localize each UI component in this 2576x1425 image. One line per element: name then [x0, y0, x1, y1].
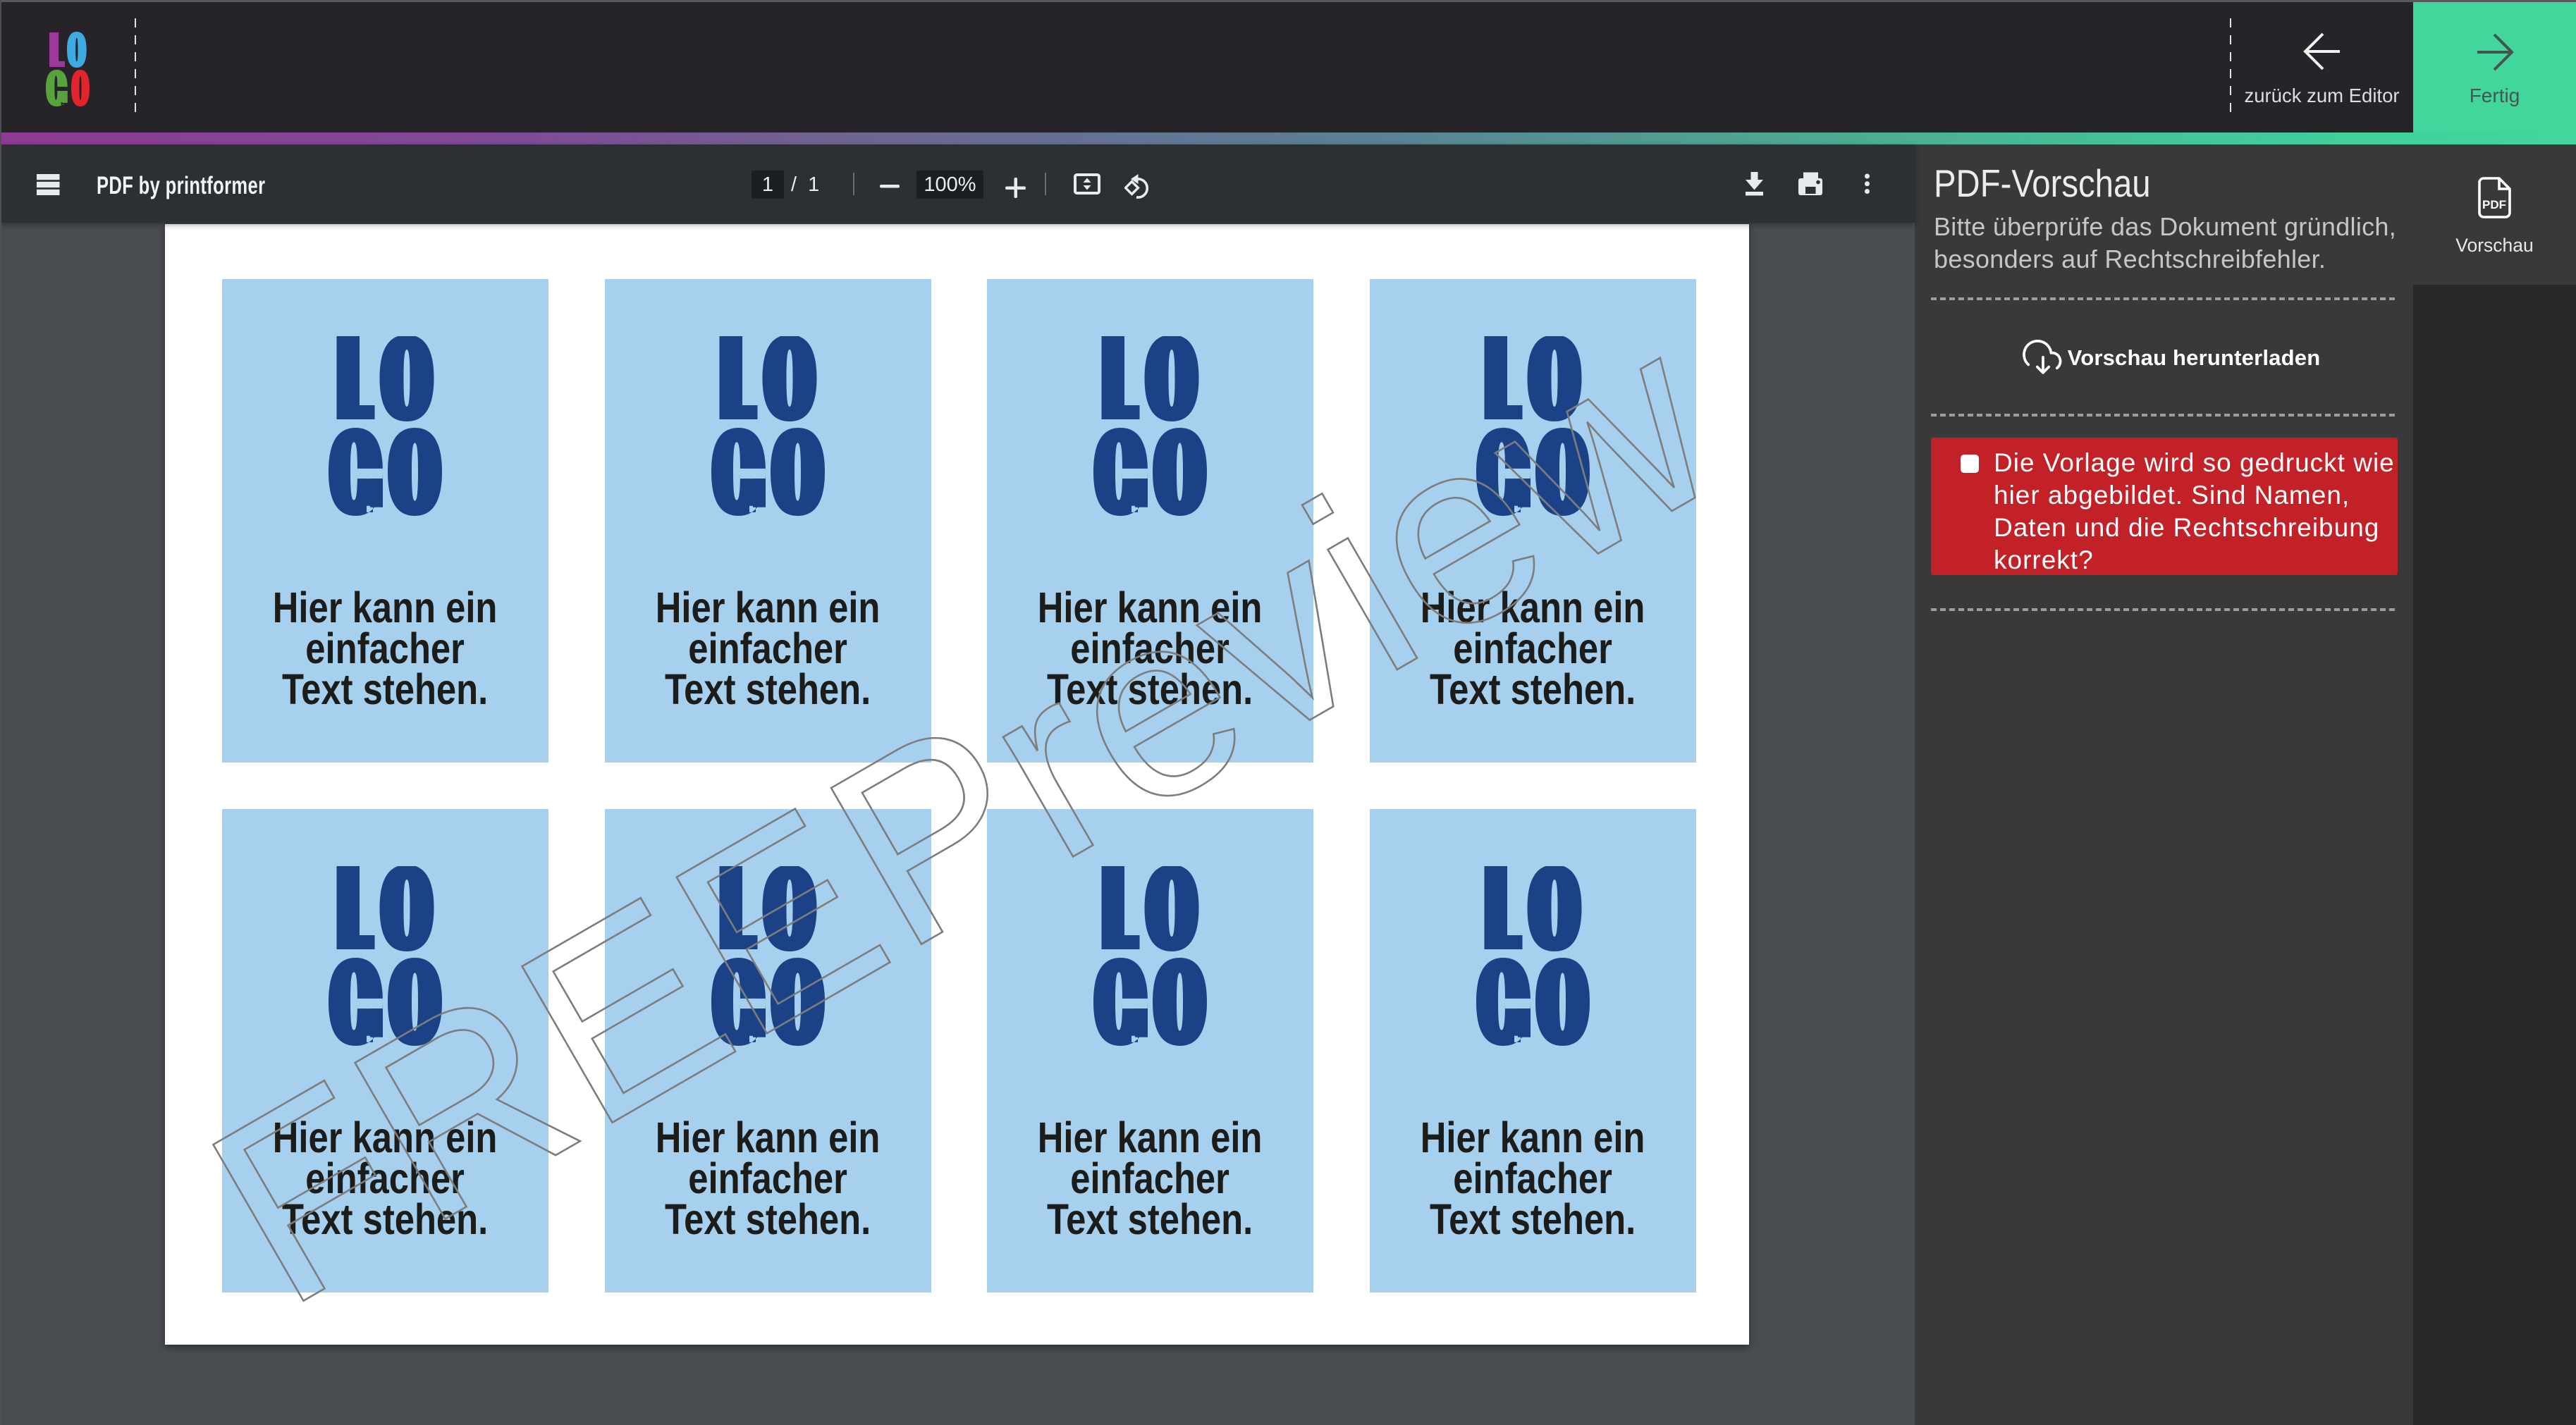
svg-text:FREEPreview: FREEPreview — [166, 271, 1750, 1339]
svg-text:PDF: PDF — [2482, 198, 2506, 211]
